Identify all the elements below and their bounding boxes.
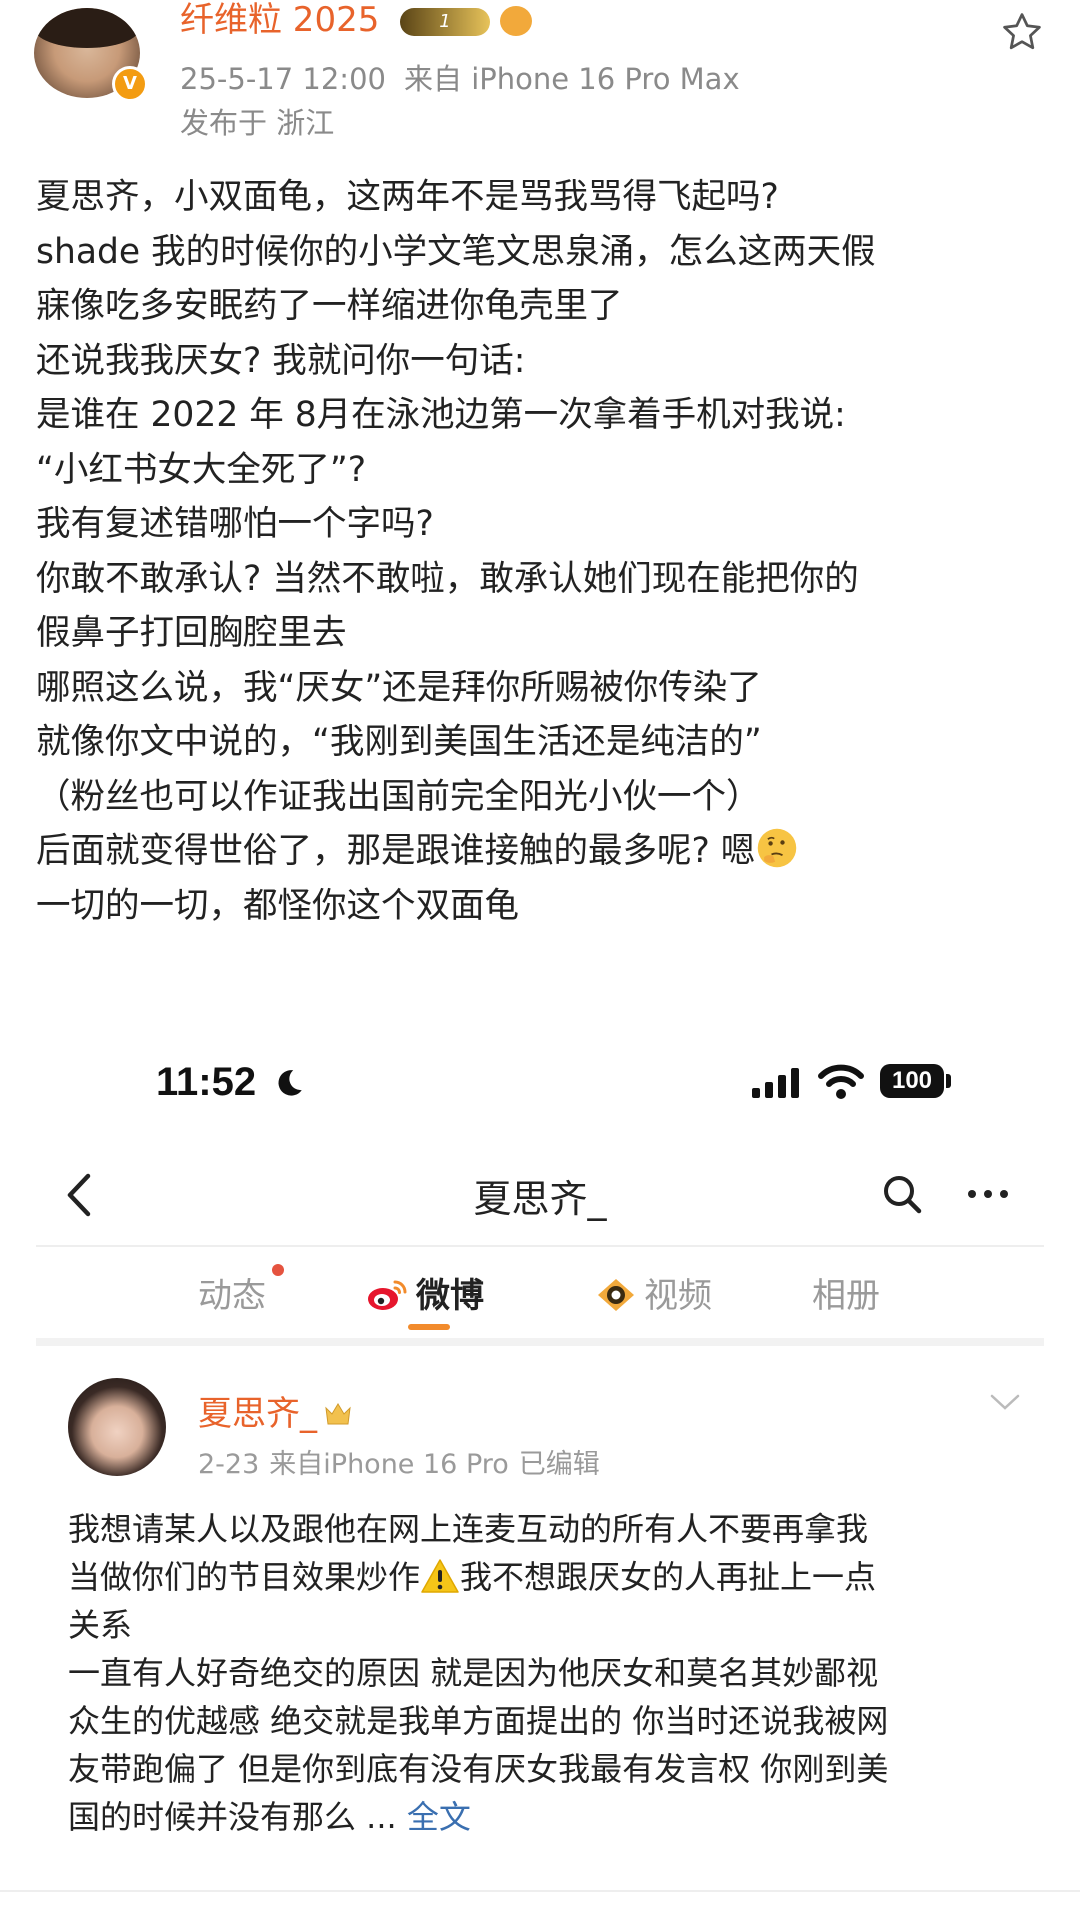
tab-weibo[interactable]: 微博 bbox=[366, 1268, 484, 1317]
active-tab-indicator bbox=[408, 1324, 450, 1330]
tab-dynamics[interactable]: 动态 bbox=[198, 1268, 266, 1317]
status-time: 11:52 bbox=[156, 1060, 257, 1104]
post-meta: 25-5-17 12:00 来自 iPhone 16 Pro Max bbox=[180, 60, 740, 98]
post-line: 友带跑偏了 但是你到底有没有厌女我最有发言权 你刚到美 bbox=[68, 1750, 889, 1788]
crown-icon bbox=[325, 1403, 351, 1425]
post-line: 一切的一切，都怪你这个双面龟 bbox=[36, 885, 519, 926]
post-body: 夏思齐，小双面龟，这两年不是骂我骂得飞起吗? shade 我的时候你的小学文笔文… bbox=[36, 170, 1046, 933]
divider bbox=[36, 1245, 1044, 1247]
post-date: 25-5-17 12:00 bbox=[180, 62, 386, 96]
more-icon[interactable] bbox=[964, 1182, 1012, 1206]
post-source: 来自iPhone 16 Pro bbox=[269, 1449, 509, 1480]
post-line: 关系 bbox=[68, 1606, 133, 1644]
video-icon bbox=[598, 1279, 634, 1311]
notification-dot bbox=[272, 1264, 284, 1276]
post-line: 我想请某人以及跟他在网上连麦互动的所有人不要再拿我 bbox=[68, 1510, 869, 1548]
post-username[interactable]: 夏思齐_ bbox=[198, 1386, 353, 1435]
chevron-down-icon[interactable] bbox=[988, 1392, 1022, 1412]
post-line: 你敢不敢承认? 当然不敢啦，敢承认她们现在能把你的 bbox=[36, 558, 859, 599]
post-line: 假鼻子打回胸腔里去 bbox=[36, 613, 347, 653]
level-badge: 1 bbox=[400, 8, 490, 36]
post-line: “小红书女大全死了”? bbox=[36, 449, 367, 490]
post-line: 哪照这么说，我“厌女”还是拜你所赐被你传染了 bbox=[36, 667, 762, 708]
avatar[interactable] bbox=[68, 1378, 166, 1476]
moon-icon bbox=[278, 1070, 302, 1096]
post-line: 寐像吃多安眠药了一样缩进你龟壳里了 bbox=[36, 286, 623, 326]
full-text-link[interactable]: 全文 bbox=[407, 1798, 471, 1836]
edited-label: 已编辑 bbox=[518, 1449, 600, 1480]
post-date: 2-23 bbox=[198, 1449, 260, 1480]
post-line: 国的时候并没有那么 ... bbox=[68, 1798, 397, 1836]
profile-navbar: 夏思齐_ bbox=[0, 1160, 1080, 1230]
profile-tabs: 动态 微博 视频 相册 bbox=[0, 1262, 1080, 1342]
signal-icon bbox=[752, 1068, 799, 1098]
battery-tip bbox=[946, 1074, 951, 1088]
post-line-with-emoji: 后面就变得世俗了，那是跟谁接触的最多呢? 嗯 bbox=[36, 824, 1046, 879]
tab-album[interactable]: 相册 bbox=[812, 1268, 880, 1317]
post-line: 还说我我厌女? 我就问你一句话: bbox=[36, 340, 526, 381]
post-location: 发布于 浙江 bbox=[180, 106, 335, 140]
post-body: 我想请某人以及跟他在网上连麦互动的所有人不要再拿我 当做你们的节目效果炒作 我不想… bbox=[68, 1505, 1028, 1841]
warning-icon bbox=[421, 1559, 459, 1593]
weibo-post: V 纤维粒 2025 1 25-5-17 12:00 来自 iPhone 16 P… bbox=[0, 0, 1080, 1020]
post-line: 当做你们的节目效果炒作 bbox=[68, 1558, 421, 1596]
weibo-icon bbox=[368, 1280, 407, 1310]
star-icon[interactable] bbox=[1000, 10, 1044, 54]
post-line-last: 国的时候并没有那么 ... 全文 bbox=[68, 1793, 1028, 1841]
post-line: shade 我的时候你的小学文笔文思泉涌，怎么这两天假 bbox=[36, 231, 876, 272]
search-icon[interactable] bbox=[880, 1172, 924, 1216]
post-username[interactable]: 纤维粒 2025 bbox=[180, 0, 379, 40]
post-meta: 2-23 来自iPhone 16 Pro 已编辑 bbox=[198, 1442, 600, 1481]
fan-badge-icon bbox=[500, 6, 532, 36]
verified-icon: V bbox=[112, 66, 148, 102]
battery-icon: 100 bbox=[880, 1064, 944, 1098]
post-line: 众生的优越感 绝交就是我单方面提出的 你当时还说我被网 bbox=[68, 1702, 889, 1740]
post-line: 是谁在 2022 年 8月在泳池边第一次拿着手机对我说: bbox=[36, 395, 846, 435]
post-line: 夏思齐，小双面龟，这两年不是骂我骂得飞起吗? bbox=[36, 177, 779, 217]
post-line: 一直有人好奇绝交的原因 就是因为他厌女和莫名其妙鄙视 bbox=[68, 1654, 879, 1692]
divider bbox=[0, 1890, 1080, 1892]
wifi-icon bbox=[818, 1064, 864, 1099]
thinking-face-icon bbox=[758, 828, 797, 868]
post-line: （粉丝也可以作证我出国前完全阳光小伙一个） bbox=[36, 776, 761, 817]
post-line-with-icon: 当做你们的节目效果炒作 我不想跟厌女的人再扯上一点 bbox=[68, 1553, 1028, 1601]
post-line: 后面就变得世俗了，那是跟谁接触的最多呢? 嗯 bbox=[36, 831, 756, 871]
divider bbox=[36, 1338, 1044, 1346]
post-line: 就像你文中说的，“我刚到美国生活还是纯洁的” bbox=[36, 722, 762, 762]
post-source: 来自 iPhone 16 Pro Max bbox=[403, 62, 740, 96]
post-line: 我有复述错哪怕一个字吗? bbox=[36, 504, 434, 544]
post-line: 我不想跟厌女的人再扯上一点 bbox=[460, 1558, 877, 1596]
status-bar: 11:52 100 bbox=[0, 1060, 1080, 1120]
tab-video[interactable]: 视频 bbox=[596, 1268, 712, 1317]
